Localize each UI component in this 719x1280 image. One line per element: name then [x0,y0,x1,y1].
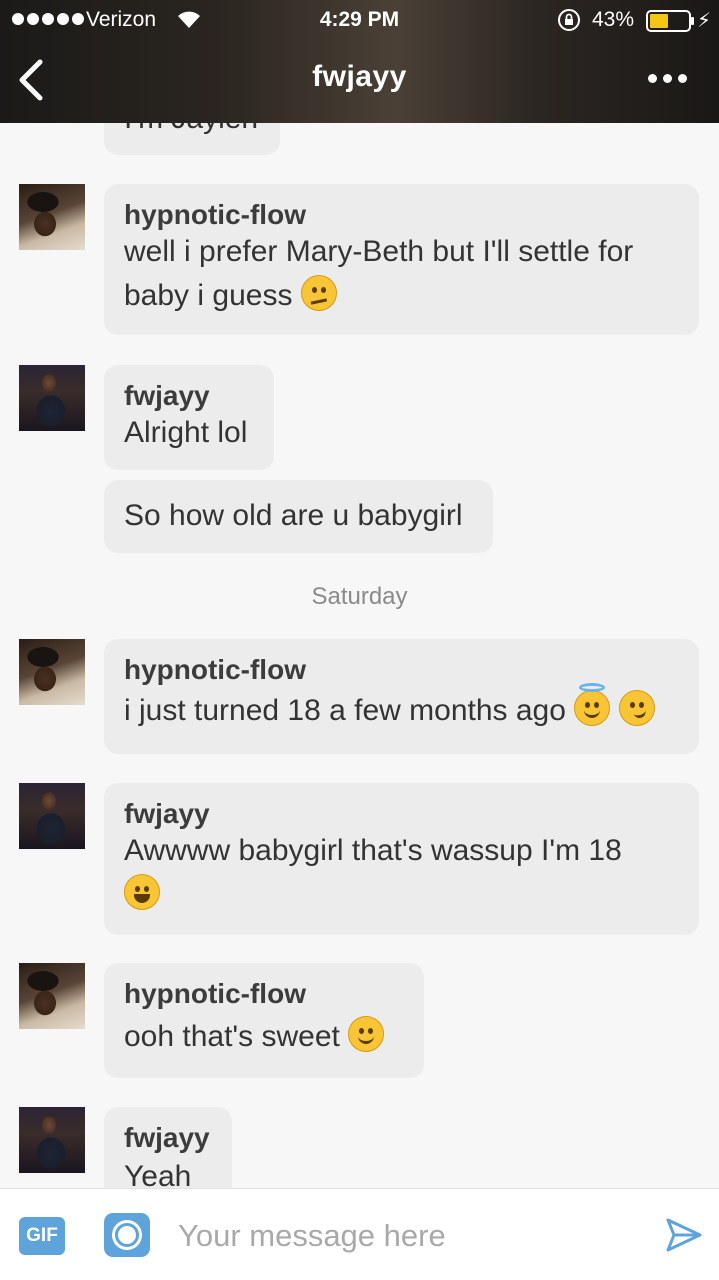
message-text: Alright lol [124,416,248,449]
conversation-title: fwjayy [312,60,407,93]
rotation-lock-icon [558,9,580,31]
message-text: well i prefer Mary-Beth but I'll settle … [124,235,634,312]
header: Verizon 4:29 PM 43% ⚡ fwjayy [0,0,719,123]
smiling-face-with-smiling-eyes-icon [348,1016,385,1052]
message-bubble: I'm Jaylen [104,123,280,155]
message-bubble: fwjayy Yeah [104,1107,232,1188]
avatar[interactable] [19,365,85,431]
message-bubble: fwjayy Alright lol [104,365,274,470]
message-bubble: fwjayy Awwww babygirl that's wassup I'm … [104,783,699,935]
message-text: i just turned 18 a few months ago [124,694,566,727]
message-sender: hypnotic-flow [124,199,306,230]
message-text: Yeah [124,1160,192,1188]
message-bubble: So how old are u babygirl [104,480,493,553]
day-separator: Saturday [311,583,408,610]
send-button[interactable] [664,1215,704,1255]
message-sender: fwjayy [124,1122,210,1153]
battery-icon [646,10,694,32]
avatar[interactable] [19,1107,85,1173]
message-text: Awwww babygirl that's wassup I'm 18 [124,834,622,867]
camera-icon [115,1223,139,1247]
message-bubble: hypnotic-flow well i prefer Mary-Beth bu… [104,184,699,335]
avatar[interactable] [19,963,85,1029]
more-options-button[interactable] [648,68,692,88]
message-sender: fwjayy [124,798,210,829]
message-bubble: hypnotic-flow i just turned 18 a few mon… [104,639,699,754]
smiling-face-with-halo-icon [574,683,611,726]
avatar[interactable] [19,783,85,849]
message-text: I'm Jaylen [124,123,260,155]
battery-percentage: 43% [592,8,635,31]
grinning-face-icon [124,874,160,910]
message-sender: hypnotic-flow [124,654,306,685]
message-bubble: hypnotic-flow ooh that's sweet [104,963,424,1078]
message-composer: GIF [0,1188,719,1280]
camera-button[interactable] [104,1213,150,1257]
thinking-face-icon [300,275,337,311]
message-text: So how old are u babygirl [124,499,463,532]
avatar[interactable] [19,639,85,705]
gif-button[interactable]: GIF [19,1217,65,1255]
message-input[interactable] [178,1211,628,1261]
smirking-face-icon [618,690,655,726]
message-sender: hypnotic-flow [124,978,306,1009]
avatar[interactable] [19,184,85,250]
status-bar: Verizon 4:29 PM 43% ⚡ [0,0,719,40]
message-sender: fwjayy [124,380,210,411]
paper-plane-icon [666,1218,702,1252]
message-text: ooh that's sweet [124,1020,340,1053]
message-thread[interactable]: I'm Jaylen hypnotic-flow well i prefer M… [0,123,719,1188]
ellipsis-icon [648,73,657,83]
charging-icon: ⚡ [697,10,712,32]
navigation-bar: fwjayy [0,40,719,123]
